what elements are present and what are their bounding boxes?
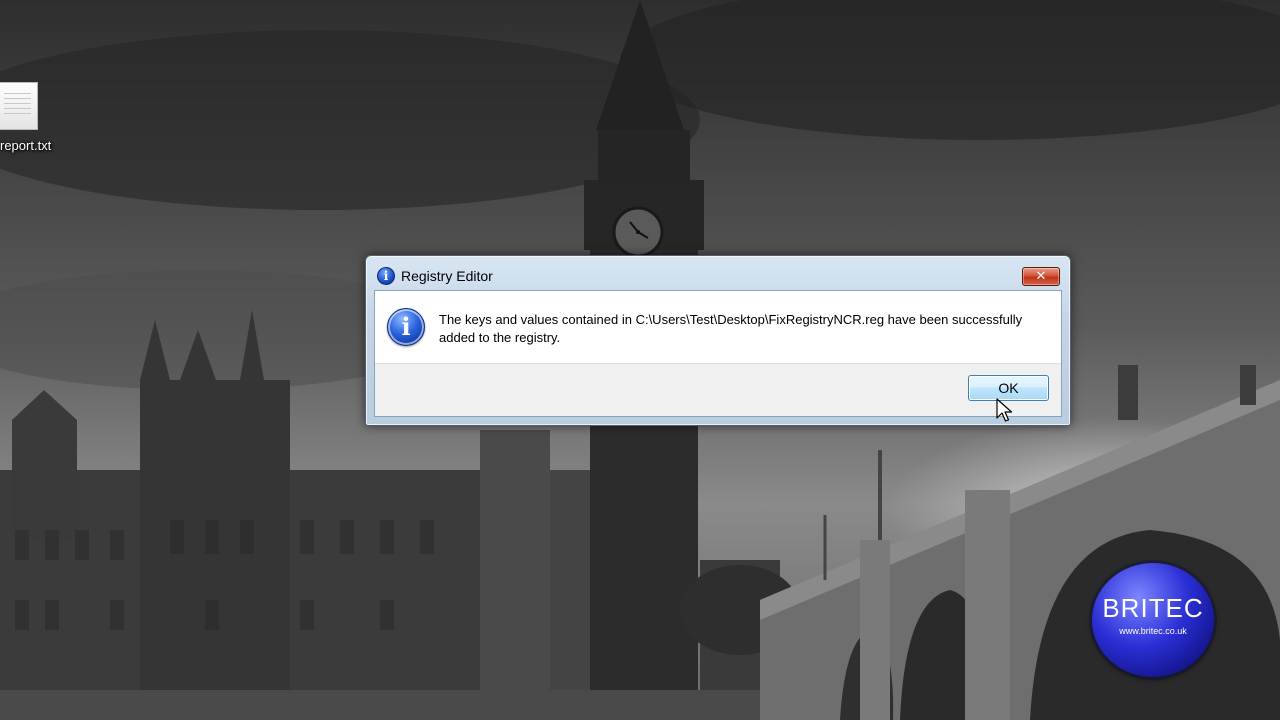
mouse-cursor-icon [996,398,1013,422]
text-file-icon [0,82,38,130]
close-button[interactable]: ✕ [1022,267,1060,286]
logo-url: www.britec.co.uk [1119,626,1187,636]
dialog-message: The keys and values contained in C:\User… [439,312,1023,345]
button-bar: OK [375,363,1061,416]
registry-editor-dialog: i Registry Editor ✕ i The keys and value… [365,255,1071,426]
dialog-body: i The keys and values contained in C:\Us… [374,290,1062,417]
logo-word: BRITEC [1102,593,1204,623]
dialog-titlebar[interactable]: i Registry Editor ✕ [366,256,1070,290]
message-area: i The keys and values contained in C:\Us… [375,291,1061,367]
desktop-icon-label: report.txt [0,138,52,153]
desktop-icon-report[interactable]: report.txt [0,78,70,158]
info-icon: i [377,267,395,285]
dialog-title: Registry Editor [401,268,493,284]
info-icon: i [387,308,425,346]
britec-logo: BRITEC www.britec.co.uk [1092,563,1214,677]
